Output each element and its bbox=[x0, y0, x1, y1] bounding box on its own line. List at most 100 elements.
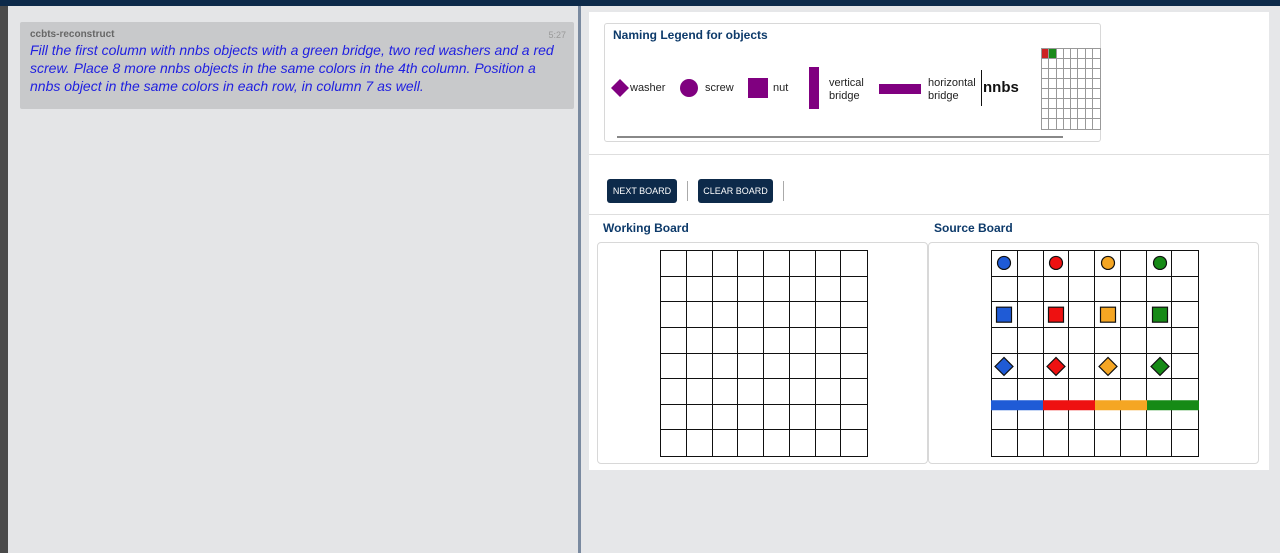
board-cell[interactable] bbox=[815, 276, 842, 303]
board-cell[interactable] bbox=[789, 327, 816, 354]
board-cell[interactable] bbox=[789, 404, 816, 431]
board-cell[interactable] bbox=[661, 327, 687, 354]
board-cell[interactable] bbox=[712, 379, 739, 405]
legend-scrollbar[interactable] bbox=[617, 136, 1063, 138]
board-cell[interactable] bbox=[661, 379, 687, 405]
horizontal-bridge-piece bbox=[1147, 400, 1199, 411]
chat-pane: ccbts-reconstruct 5:27 Fill the first co… bbox=[0, 6, 580, 553]
board-cell[interactable] bbox=[712, 327, 739, 354]
board-cell[interactable] bbox=[738, 251, 764, 277]
board-cell[interactable] bbox=[815, 353, 842, 380]
board-cell[interactable] bbox=[713, 430, 739, 456]
source-board-pieces bbox=[991, 255, 1199, 411]
washer-piece bbox=[1098, 356, 1118, 377]
screw-piece bbox=[1100, 255, 1116, 271]
clear-board-button[interactable]: CLEAR BOARD bbox=[698, 179, 773, 203]
legend-screw-label: screw bbox=[705, 82, 734, 94]
message-time: 5:27 bbox=[548, 30, 566, 40]
board-cell[interactable] bbox=[686, 276, 713, 303]
vertical-bridge-icon bbox=[809, 67, 819, 109]
legend-title: Naming Legend for objects bbox=[613, 28, 768, 42]
board-cell[interactable] bbox=[686, 327, 713, 354]
screw-piece bbox=[1152, 255, 1168, 271]
nut-icon bbox=[748, 78, 768, 98]
board-cell[interactable] bbox=[789, 251, 816, 277]
board-cell[interactable] bbox=[661, 353, 687, 380]
message-sender: ccbts-reconstruct bbox=[30, 29, 115, 40]
board-cell[interactable] bbox=[841, 379, 867, 405]
horizontal-bridge-piece bbox=[1043, 400, 1095, 411]
board-cell[interactable] bbox=[686, 404, 713, 431]
legend-vertical-bridge-label-1: vertical bbox=[829, 77, 864, 89]
board-cell[interactable] bbox=[712, 251, 739, 277]
board-cell[interactable] bbox=[815, 251, 842, 277]
source-board-title: Source Board bbox=[934, 221, 1013, 235]
nut-piece bbox=[1047, 306, 1065, 323]
board-cell[interactable] bbox=[841, 277, 867, 303]
board-cell[interactable] bbox=[764, 430, 790, 456]
board-cell[interactable] bbox=[815, 404, 842, 431]
board-cell[interactable] bbox=[712, 404, 739, 431]
board-cell[interactable] bbox=[816, 430, 842, 456]
board-cell[interactable] bbox=[841, 405, 867, 431]
board-cell[interactable] bbox=[789, 353, 816, 380]
board-cell[interactable] bbox=[841, 251, 867, 277]
board-cell[interactable] bbox=[738, 430, 764, 456]
working-board-grid[interactable] bbox=[660, 250, 868, 457]
horizontal-bridge-piece bbox=[991, 400, 1043, 411]
board-cell[interactable] bbox=[686, 379, 713, 405]
board-cell[interactable] bbox=[661, 430, 687, 456]
board-cell[interactable] bbox=[764, 276, 790, 303]
washer-piece bbox=[1150, 356, 1170, 377]
next-board-button[interactable]: NEXT BOARD bbox=[607, 179, 677, 203]
board-cell[interactable] bbox=[764, 302, 790, 328]
button-separator bbox=[783, 181, 784, 201]
nut-piece bbox=[1151, 306, 1169, 323]
board-cell[interactable] bbox=[841, 328, 867, 354]
nnbs-divider bbox=[981, 70, 982, 106]
board-cell[interactable] bbox=[764, 404, 790, 431]
board-cell[interactable] bbox=[841, 354, 867, 380]
board-cell[interactable] bbox=[764, 353, 790, 380]
board-cell[interactable] bbox=[686, 302, 713, 328]
board-cell[interactable] bbox=[789, 302, 816, 328]
board-cell[interactable] bbox=[686, 251, 713, 277]
board-cell[interactable] bbox=[712, 276, 739, 303]
board-cell[interactable] bbox=[686, 353, 713, 380]
board-cell[interactable] bbox=[789, 379, 816, 405]
horizontal-bridge-piece bbox=[1095, 400, 1147, 411]
board-cell[interactable] bbox=[661, 302, 687, 328]
board-cell[interactable] bbox=[815, 302, 842, 328]
board-cell[interactable] bbox=[841, 302, 867, 328]
washer-piece bbox=[994, 356, 1014, 377]
board-cell[interactable] bbox=[738, 353, 764, 380]
board-cell[interactable] bbox=[738, 379, 764, 405]
board-cell[interactable] bbox=[661, 404, 687, 431]
board-cell[interactable] bbox=[738, 302, 764, 328]
board-cell[interactable] bbox=[738, 404, 764, 431]
board-cell[interactable] bbox=[738, 327, 764, 354]
board-cell[interactable] bbox=[712, 302, 739, 328]
board-cell[interactable] bbox=[712, 353, 739, 380]
board-cell[interactable] bbox=[661, 276, 687, 303]
board-cell[interactable] bbox=[815, 379, 842, 405]
board-cell[interactable] bbox=[687, 430, 713, 456]
board-cell[interactable] bbox=[841, 430, 867, 456]
board-cell[interactable] bbox=[764, 251, 790, 277]
legend-panel: Naming Legend for objects washer screw n… bbox=[604, 23, 1101, 142]
board-cell[interactable] bbox=[790, 430, 816, 456]
legend-horizontal-bridge-label-2: bridge bbox=[928, 90, 959, 102]
source-board-container bbox=[928, 242, 1259, 464]
board-cell[interactable] bbox=[789, 276, 816, 303]
washer-piece bbox=[1046, 356, 1066, 377]
board-cell[interactable] bbox=[661, 251, 687, 277]
horizontal-bridge-icon bbox=[879, 84, 921, 94]
board-cell[interactable] bbox=[764, 327, 790, 354]
legend-row: washer screw nut vertical bridge horizon bbox=[605, 64, 1025, 114]
section-divider bbox=[589, 154, 1269, 155]
board-cell[interactable] bbox=[738, 276, 764, 303]
board-cell[interactable] bbox=[764, 379, 790, 405]
board-cell[interactable] bbox=[815, 327, 842, 354]
legend-nnbs-label: nnbs bbox=[983, 79, 1019, 96]
button-separator bbox=[687, 181, 688, 201]
